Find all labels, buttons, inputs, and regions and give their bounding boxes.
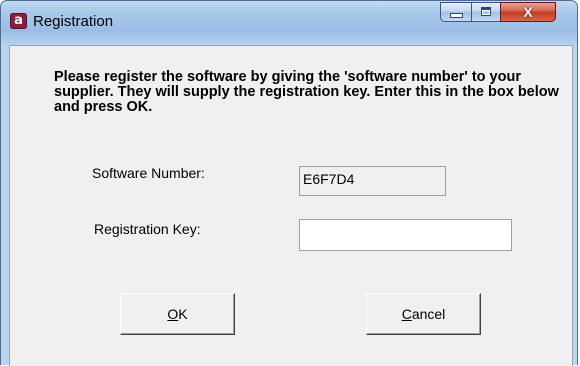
software-number-label: Software Number: xyxy=(92,165,205,181)
window-frame: a Registration X Please register the sof… xyxy=(0,0,579,366)
maximize-icon xyxy=(481,7,491,16)
minimize-icon xyxy=(451,14,462,17)
instructions-text: Please register the software by giving t… xyxy=(54,69,559,115)
ok-mnemonic: O xyxy=(167,306,179,322)
close-icon: X xyxy=(523,4,533,20)
cancel-button-label: Cancel xyxy=(402,306,446,322)
dialog-client-area: Please register the software by giving t… xyxy=(9,45,573,366)
ok-button[interactable]: OK xyxy=(120,293,235,335)
app-logo-letter: a xyxy=(14,13,23,28)
app-logo-icon: a xyxy=(10,13,27,29)
cancel-label-rest: ancel xyxy=(411,306,446,322)
minimize-button[interactable] xyxy=(440,2,472,22)
software-number-field: E6F7D4 xyxy=(299,166,446,196)
cancel-button[interactable]: Cancel xyxy=(366,293,481,335)
maximize-button[interactable] xyxy=(471,2,501,22)
ok-label-rest: K xyxy=(178,306,188,322)
ok-button-label: OK xyxy=(167,306,187,322)
registration-key-input[interactable] xyxy=(299,219,512,251)
title-bar[interactable]: a Registration X xyxy=(1,1,579,45)
close-button[interactable]: X xyxy=(500,2,556,22)
caption-buttons: X xyxy=(440,2,576,22)
registration-key-label: Registration Key: xyxy=(94,221,201,237)
cancel-mnemonic: C xyxy=(401,306,412,322)
registration-window: a Registration X Please register the sof… xyxy=(0,0,580,366)
window-title: Registration xyxy=(33,13,114,30)
